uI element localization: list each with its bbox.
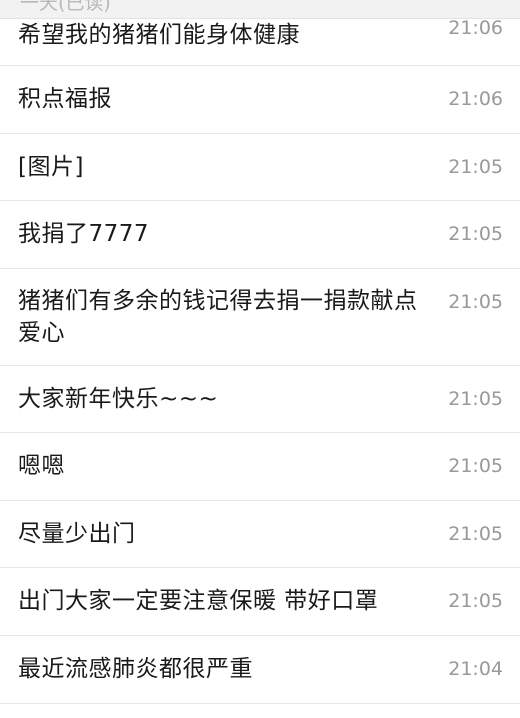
message-time: 21:05 xyxy=(448,455,503,477)
list-header-label: 一天(已读) xyxy=(20,0,111,14)
message-row[interactable]: 积点福报 21:06 xyxy=(0,66,520,134)
message-time: 21:05 xyxy=(448,290,503,313)
message-row[interactable]: 尽量少出门 21:05 xyxy=(0,500,520,568)
message-time: 21:04 xyxy=(448,657,503,680)
message-text: 希望我的猪猪们能身体健康 xyxy=(18,22,300,48)
message-text: 最近流感肺炎都很严重 xyxy=(18,656,253,682)
message-row[interactable]: 出门大家一定要注意保暖 带好口罩 21:05 xyxy=(0,568,520,636)
message-list-page: 一天(已读) 希望我的猪猪们能身体健康 21:06 积点福报 21:06 [图片… xyxy=(0,0,520,718)
message-text: 大家新年快乐~~~ xyxy=(18,385,219,412)
message-text: 尽量少出门 xyxy=(18,520,136,547)
message-row[interactable]: 大家新年快乐~~~ 21:05 xyxy=(0,365,520,433)
message-list: 希望我的猪猪们能身体健康 21:06 积点福报 21:06 [图片] 21:05… xyxy=(0,17,520,704)
message-time: 21:05 xyxy=(448,590,503,612)
message-text: 积点福报 xyxy=(18,86,112,113)
message-time: 21:05 xyxy=(448,522,503,545)
message-row[interactable]: 希望我的猪猪们能身体健康 21:06 xyxy=(0,17,520,66)
message-row[interactable]: 最近流感肺炎都很严重 21:04 xyxy=(0,635,520,704)
message-time: 21:06 xyxy=(448,17,503,39)
message-text: [图片] xyxy=(18,153,84,180)
message-row[interactable]: 嗯嗯 21:05 xyxy=(0,433,520,501)
message-row[interactable]: 猪猪们有多余的钱记得去捐一捐款献点爱心 21:05 xyxy=(0,268,520,366)
message-time: 21:05 xyxy=(448,155,503,178)
message-text: 我捐了7777 xyxy=(18,221,150,248)
message-time: 21:05 xyxy=(448,387,503,410)
message-row[interactable]: [图片] 21:05 xyxy=(0,133,520,201)
message-text: 嗯嗯 xyxy=(18,453,65,480)
list-header: 一天(已读) xyxy=(0,0,520,19)
message-text: 出门大家一定要注意保暖 带好口罩 xyxy=(18,588,379,615)
message-time: 21:05 xyxy=(448,223,503,245)
message-row[interactable]: 我捐了7777 21:05 xyxy=(0,201,520,269)
message-text: 猪猪们有多余的钱记得去捐一捐款献点爱心 xyxy=(18,287,418,346)
message-time: 21:06 xyxy=(448,88,503,110)
